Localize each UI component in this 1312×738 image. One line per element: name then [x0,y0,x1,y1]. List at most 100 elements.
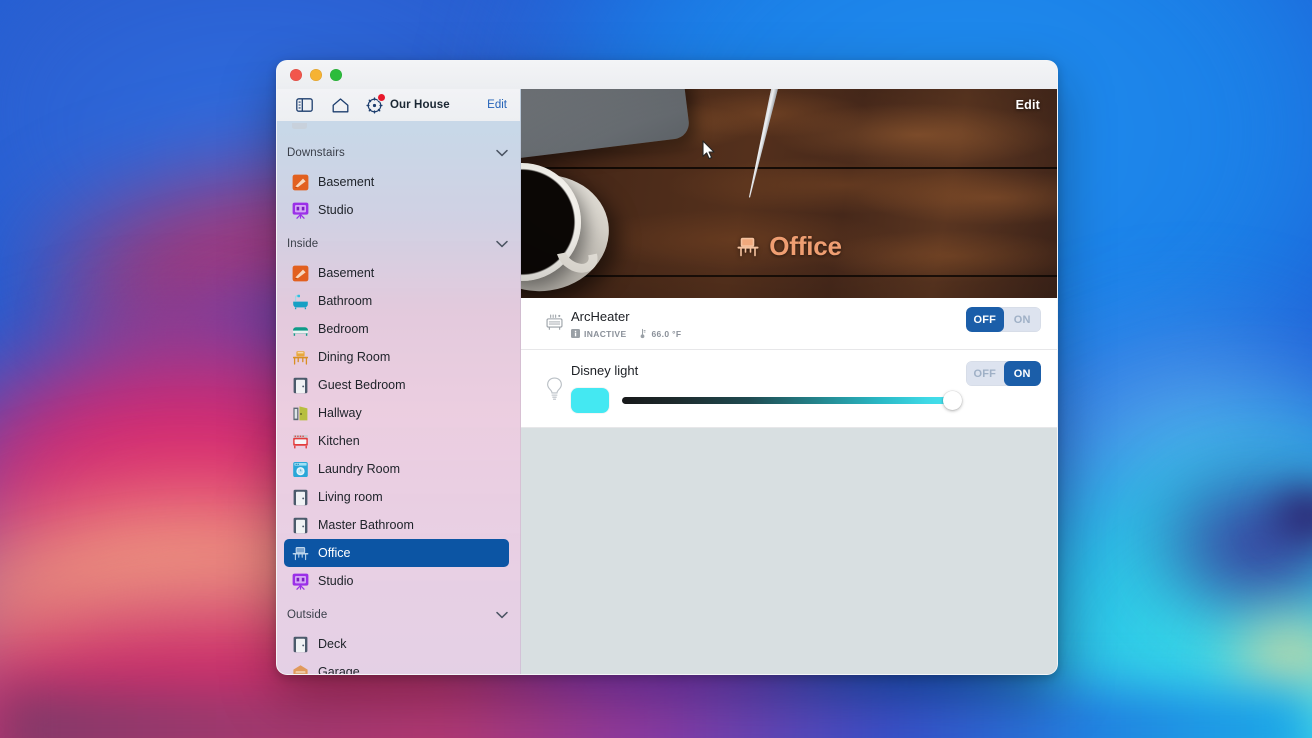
close-button[interactable] [290,69,302,81]
chevron-down-icon[interactable] [496,611,508,619]
sidebar-item-living-room[interactable]: Living room [284,483,509,511]
room-title-text: Office [769,231,841,262]
washing-machine-icon [292,461,309,478]
heater-icon [537,298,571,333]
sidebar-item-studio[interactable]: Studio [284,567,509,595]
settings-gear[interactable] [365,96,383,114]
toggle-on-option[interactable]: ON [1004,307,1042,332]
device-meta: INACTIVE [571,328,956,339]
door-icon [292,377,309,394]
sidebar-item-hallway[interactable]: Hallway [284,399,509,427]
office-desk-icon [736,235,760,259]
desktop-wallpaper: Our House Edit Downstairs Basement Studio I… [0,0,1312,738]
window-titlebar [277,61,1057,89]
hallway-icon [292,405,309,422]
brightness-slider[interactable] [622,391,954,411]
home-app-window: Our House Edit Downstairs Basement Studio I… [276,60,1058,675]
device-name: ArcHeater [571,308,956,325]
chevron-down-icon[interactable] [496,149,508,157]
brightness-slider-row [571,388,956,413]
sidebar-item-deck[interactable]: Deck [284,630,509,658]
wallpaper-blob [0,690,1312,738]
device-controls: OFF ON [956,350,1041,386]
sidebar-edit-button[interactable]: Edit [487,99,507,111]
sidebar-item-label: Laundry Room [318,462,400,476]
sidebar-item-label: Dining Room [318,350,390,364]
home-icon[interactable] [327,94,353,116]
sidebar-item-bedroom[interactable]: Bedroom [284,315,509,343]
traffic-lights [290,69,342,81]
temperature-readout: 66.0 °F [638,328,681,339]
sidebar-item-bathroom[interactable]: Bathroom [284,287,509,315]
device-row[interactable]: Disney light OFF [521,350,1057,428]
toggle-off-option[interactable]: OFF [966,307,1004,332]
hero-edit-button[interactable]: Edit [1016,98,1040,112]
sidebar: Our House Edit Downstairs Basement Studio I… [277,89,521,674]
device-info: ArcHeater [571,298,956,349]
maximize-button[interactable] [330,69,342,81]
garage-icon [292,664,309,675]
sidebar-item-office[interactable]: Office [284,539,509,567]
door-icon [292,489,309,506]
chevron-down-icon[interactable] [496,240,508,248]
sidebar-item-dining-room[interactable]: Dining Room [284,343,509,371]
sidebar-item-basement[interactable]: Basement [284,259,509,287]
status-text: INACTIVE [584,329,626,339]
room-hero-image: Edit Office [521,89,1057,298]
sidebar-item-label: Garage [318,665,360,674]
sidebar-group-label: Downstairs [287,147,345,159]
studio-icon [292,573,309,590]
device-list: ArcHeater [521,298,1057,428]
sidebar-item-kitchen[interactable]: Kitchen [284,427,509,455]
minimize-button[interactable] [310,69,322,81]
power-toggle[interactable]: OFF ON [966,307,1041,332]
sidebar-group-header[interactable]: Downstairs [277,139,520,167]
house-name-label[interactable]: Our House [390,99,450,111]
sidebar-item-guest-bedroom[interactable]: Guest Bedroom [284,371,509,399]
door-icon [292,636,309,653]
sidebar-item-label: Basement [318,175,374,189]
main-pane: Edit Office [521,89,1057,674]
sidebar-item-garage[interactable]: Garage [284,658,509,674]
toggle-on-option[interactable]: ON [1004,361,1042,386]
sidebar-toolbar: Our House Edit [277,89,520,121]
lightbulb-icon [537,350,571,402]
toggle-off-option[interactable]: OFF [966,361,1004,386]
sidebar-clipped-item[interactable] [291,123,510,133]
sidebar-item-label: Office [318,546,350,560]
sidebar-item-label: Living room [318,490,383,504]
power-toggle[interactable]: OFF ON [966,361,1041,386]
sidebar-item-master-bathroom[interactable]: Master Bathroom [284,511,509,539]
wallpaper-blob [1210,600,1312,720]
basement-icon [292,265,309,282]
sidebar-item-label: Bathroom [318,294,372,308]
sidebar-scroll-area[interactable]: Downstairs Basement Studio Inside Basement Ba… [277,121,520,674]
wallpaper-blob [1090,560,1312,738]
sidebar-item-basement[interactable]: Basement [284,168,509,196]
sidebar-group-label: Outside [287,609,327,621]
sidebar-item-label: Studio [318,574,353,588]
sidebar-toggle-icon[interactable] [291,94,317,116]
notification-badge-dot [378,94,385,101]
color-swatch-button[interactable] [571,388,609,413]
sidebar-item-label: Kitchen [318,434,360,448]
wallpaper-blob [1130,450,1312,640]
slider-knob[interactable] [943,391,962,410]
sidebar-item-label: Hallway [318,406,362,420]
sidebar-item-studio[interactable]: Studio [284,196,509,224]
device-info: Disney light [571,350,956,427]
sidebar-group-header[interactable]: Inside [277,230,520,258]
sidebar-item-label: Studio [318,203,353,217]
bathtub-icon [292,293,309,310]
sidebar-item-label: Basement [318,266,374,280]
sidebar-group-header[interactable]: Outside [277,601,520,629]
status-badge: INACTIVE [571,329,626,339]
info-icon [571,329,580,338]
dining-table-icon [292,349,309,366]
device-row[interactable]: ArcHeater [521,298,1057,350]
device-name: Disney light [571,362,956,379]
sidebar-item-laundry-room[interactable]: Laundry Room [284,455,509,483]
wallpaper-blob [1250,470,1312,560]
thermometer-icon [638,328,647,339]
bed-icon [292,321,309,338]
